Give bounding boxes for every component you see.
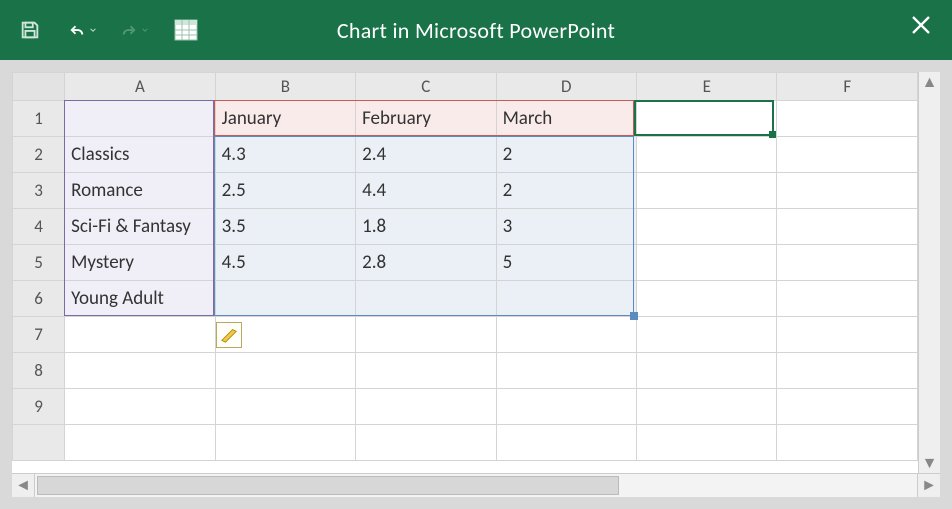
close-icon[interactable] — [910, 14, 932, 41]
hscroll-thumb[interactable] — [37, 476, 619, 495]
cell-B8[interactable] — [215, 353, 355, 389]
col-header-A[interactable]: A — [65, 73, 215, 101]
col-header-F[interactable]: F — [777, 73, 918, 101]
datasheet-icon[interactable] — [172, 16, 200, 44]
cell-B6[interactable] — [215, 281, 355, 317]
row-header-3[interactable]: 3 — [13, 173, 65, 209]
hscroll-track[interactable] — [34, 474, 918, 497]
title-bar: Chart in Microsoft PowerPoint — [0, 0, 952, 60]
cell-F8[interactable] — [777, 353, 918, 389]
horizontal-scrollbar[interactable]: ◄ ► — [12, 473, 940, 497]
cell-B9[interactable] — [215, 389, 355, 425]
grid[interactable]: A B C D E F 1 January Feb — [12, 72, 918, 473]
cell-B4[interactable]: 3.5 — [215, 209, 355, 245]
save-icon[interactable] — [16, 16, 44, 44]
undo-dropdown-icon[interactable] — [90, 26, 96, 34]
redo-icon — [120, 16, 148, 44]
window-title: Chart in Microsoft PowerPoint — [337, 17, 615, 44]
col-header-D[interactable]: D — [496, 73, 636, 101]
scroll-left-icon[interactable]: ◄ — [12, 476, 34, 495]
spreadsheet: A B C D E F 1 January Feb — [12, 72, 940, 497]
col-header-E[interactable]: E — [637, 73, 777, 101]
row-header-10[interactable] — [13, 425, 65, 461]
cell-F5[interactable] — [777, 245, 918, 281]
cell-D1[interactable]: March — [496, 101, 636, 137]
cell-A2[interactable]: Classics — [65, 137, 215, 173]
row-header-5[interactable]: 5 — [13, 245, 65, 281]
cell-F1[interactable] — [777, 101, 918, 137]
cell-C1[interactable]: February — [356, 101, 496, 137]
select-all-corner[interactable] — [13, 73, 65, 101]
cell-A8[interactable] — [65, 353, 215, 389]
cell-D8[interactable] — [496, 353, 636, 389]
cell-B3[interactable]: 2.5 — [215, 173, 355, 209]
cell-D6[interactable] — [496, 281, 636, 317]
cell-E9[interactable] — [637, 389, 777, 425]
cell-E5[interactable] — [637, 245, 777, 281]
cell-D9[interactable] — [496, 389, 636, 425]
cell-F7[interactable] — [777, 317, 918, 353]
cell-E8[interactable] — [637, 353, 777, 389]
cell-C7[interactable] — [356, 317, 496, 353]
cell-B2[interactable]: 4.3 — [215, 137, 355, 173]
row-header-2[interactable]: 2 — [13, 137, 65, 173]
cell-D4[interactable]: 3 — [496, 209, 636, 245]
cell-D3[interactable]: 2 — [496, 173, 636, 209]
range-resize-handle[interactable] — [630, 312, 638, 320]
cell-C3[interactable]: 4.4 — [356, 173, 496, 209]
cell-E7[interactable] — [637, 317, 777, 353]
row-header-8[interactable]: 8 — [13, 353, 65, 389]
cell-A1[interactable] — [65, 101, 215, 137]
vertical-scrollbar[interactable]: ▲ ▼ — [918, 72, 940, 473]
cell-D2[interactable]: 2 — [496, 137, 636, 173]
cell-A7[interactable] — [65, 317, 215, 353]
cell-A4[interactable]: Sci-Fi & Fantasy — [65, 209, 215, 245]
row-header-1[interactable]: 1 — [13, 101, 65, 137]
cell-B1[interactable]: January — [215, 101, 355, 137]
row-header-9[interactable]: 9 — [13, 389, 65, 425]
cell-D5[interactable]: 5 — [496, 245, 636, 281]
row-header-7[interactable]: 7 — [13, 317, 65, 353]
cell-D7[interactable] — [496, 317, 636, 353]
scroll-up-icon[interactable]: ▲ — [919, 72, 940, 92]
cell-E1[interactable] — [637, 101, 777, 137]
cell-A9[interactable] — [65, 389, 215, 425]
cell-C2[interactable]: 2.4 — [356, 137, 496, 173]
cell-E4[interactable] — [637, 209, 777, 245]
cell-A3[interactable]: Romance — [65, 173, 215, 209]
row-header-6[interactable]: 6 — [13, 281, 65, 317]
cell-C5[interactable]: 2.8 — [356, 245, 496, 281]
cell-B5[interactable]: 4.5 — [215, 245, 355, 281]
cell-F4[interactable] — [777, 209, 918, 245]
scroll-right-icon[interactable]: ► — [918, 476, 940, 495]
cell-E6[interactable] — [637, 281, 777, 317]
scroll-down-icon[interactable]: ▼ — [919, 453, 940, 473]
cell-E3[interactable] — [637, 173, 777, 209]
cell-F3[interactable] — [777, 173, 918, 209]
cell-C6[interactable] — [356, 281, 496, 317]
smart-tag-icon[interactable] — [216, 322, 242, 348]
cell-E2[interactable] — [637, 137, 777, 173]
cell-C4[interactable]: 1.8 — [356, 209, 496, 245]
cell-A5[interactable]: Mystery — [65, 245, 215, 281]
row-header-4[interactable]: 4 — [13, 209, 65, 245]
cell-F9[interactable] — [777, 389, 918, 425]
cell-F6[interactable] — [777, 281, 918, 317]
cell-A6[interactable]: Young Adult — [65, 281, 215, 317]
col-header-B[interactable]: B — [215, 73, 355, 101]
col-header-C[interactable]: C — [356, 73, 496, 101]
cell-F2[interactable] — [777, 137, 918, 173]
cell-C9[interactable] — [356, 389, 496, 425]
undo-icon[interactable] — [68, 16, 96, 44]
cell-C8[interactable] — [356, 353, 496, 389]
